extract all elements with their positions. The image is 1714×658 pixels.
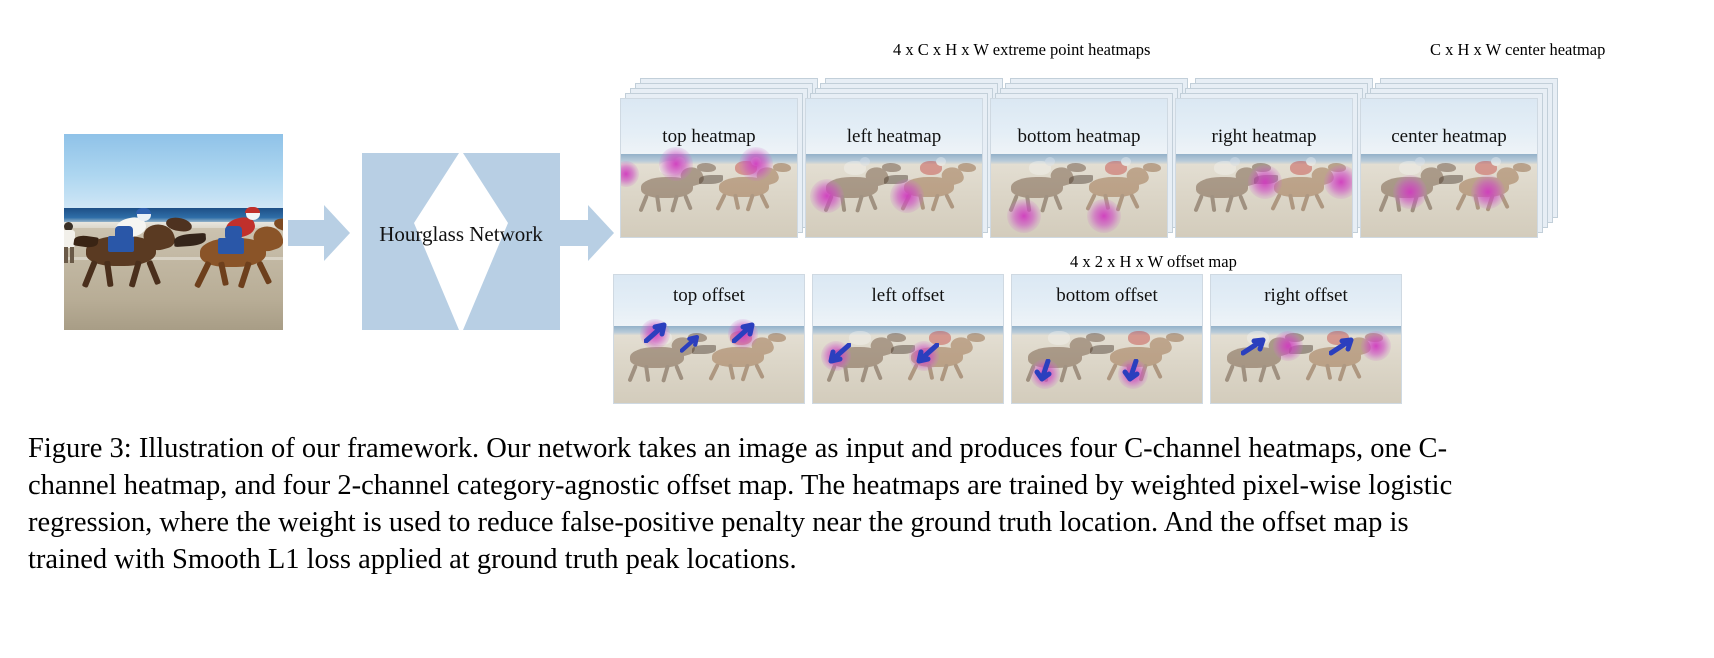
heatmap-panel-center: center heatmap [1360, 98, 1538, 238]
heatmap-stack-right: right heatmap [1175, 78, 1373, 238]
heat-blob [1393, 175, 1427, 209]
heatmap-stack-center: center heatmap [1360, 78, 1558, 238]
figure-caption: Figure 3: Illustration of our framework.… [28, 430, 1686, 578]
heatmap-panel-label-center: center heatmap [1391, 126, 1507, 147]
figure-3-illustration: Hourglass Network 4 x C x H x W extreme … [0, 0, 1714, 658]
offset-arrow-icon [732, 322, 755, 343]
offset-panel-left: left offset [812, 274, 1004, 404]
photo-horse-left [73, 208, 193, 290]
heat-blob [1273, 331, 1303, 361]
input-image [64, 134, 283, 330]
arrow-input-to-network [288, 205, 350, 261]
heat-blob [1361, 331, 1391, 361]
offset-stack-right: right offset [1210, 274, 1406, 404]
heatmap-panel-right: right heatmap [1175, 98, 1353, 238]
offset-panel-right: right offset [1210, 274, 1402, 404]
offset-map-group-label: 4 x 2 x H x W offset map [1070, 252, 1237, 271]
offset-stack-top: top offset [613, 274, 809, 404]
offset-arrow-icon [644, 322, 667, 343]
offset-panel-top: top offset [613, 274, 805, 404]
heat-blob [1087, 199, 1121, 233]
offset-panel-bottom: bottom offset [1011, 274, 1203, 404]
offset-panel-label-bottom: bottom offset [1056, 285, 1158, 306]
photo-horse-right [173, 207, 283, 292]
heatmap-stack-left: left heatmap [805, 78, 1003, 238]
heatmap-panel-top: top heatmap [620, 98, 798, 238]
caption-line-4: trained with Smooth L1 loss applied at g… [28, 544, 797, 575]
heatmap-panel-label-bottom: bottom heatmap [1017, 126, 1141, 147]
photo-jockey-left [114, 208, 154, 242]
offset-arrow-icon [680, 334, 700, 353]
heat-blob [1248, 165, 1282, 199]
caption-line-3: regression, where the weight is used to … [28, 507, 1409, 538]
heatmap-stack-top: top heatmap [620, 78, 818, 238]
heat-blob [1007, 199, 1041, 233]
caption-line-2: channel heatmap, and four 2-channel cate… [28, 470, 1453, 501]
center-heatmap-group-label: C x H x W center heatmap [1430, 40, 1606, 59]
heat-blob [890, 179, 924, 213]
offset-arrow-icon [1122, 359, 1140, 382]
offset-panel-label-left: left offset [871, 285, 945, 306]
heatmap-panel-label-left: left heatmap [846, 126, 942, 147]
heatmap-panel-label-right: right heatmap [1211, 126, 1317, 147]
photo-sky [64, 134, 283, 209]
heatmap-stack-bottom: bottom heatmap [990, 78, 1188, 238]
heatmap-panel-left: left heatmap [805, 98, 983, 238]
photo-jockey-right [224, 207, 264, 242]
heat-blob [1324, 165, 1352, 199]
offset-arrow-icon [916, 343, 939, 364]
caption-line-1: Figure 3: Illustration of our framework.… [28, 433, 1448, 464]
offset-arrow-icon [828, 343, 851, 364]
offset-stack-left: left offset [812, 274, 1008, 404]
heat-blob [739, 147, 773, 181]
offset-arrow-icon [1034, 359, 1052, 382]
heat-blob [1471, 175, 1505, 209]
offset-arrow-icon [1241, 337, 1266, 356]
offset-panel-label-right: right offset [1264, 285, 1348, 306]
arrow-network-to-outputs [552, 205, 614, 261]
extreme-heatmaps-group-label: 4 x C x H x W extreme point heatmaps [893, 40, 1151, 59]
hourglass-network-label: Hourglass Network [379, 222, 543, 246]
offset-panel-label-top: top offset [673, 285, 745, 306]
heatmap-panel-label-top: top heatmap [662, 126, 756, 147]
offset-arrow-icon [1329, 337, 1354, 356]
heat-blob [810, 179, 844, 213]
heatmap-panel-bottom: bottom heatmap [990, 98, 1168, 238]
offset-stack-bottom: bottom offset [1011, 274, 1207, 404]
heat-blob [659, 147, 693, 181]
